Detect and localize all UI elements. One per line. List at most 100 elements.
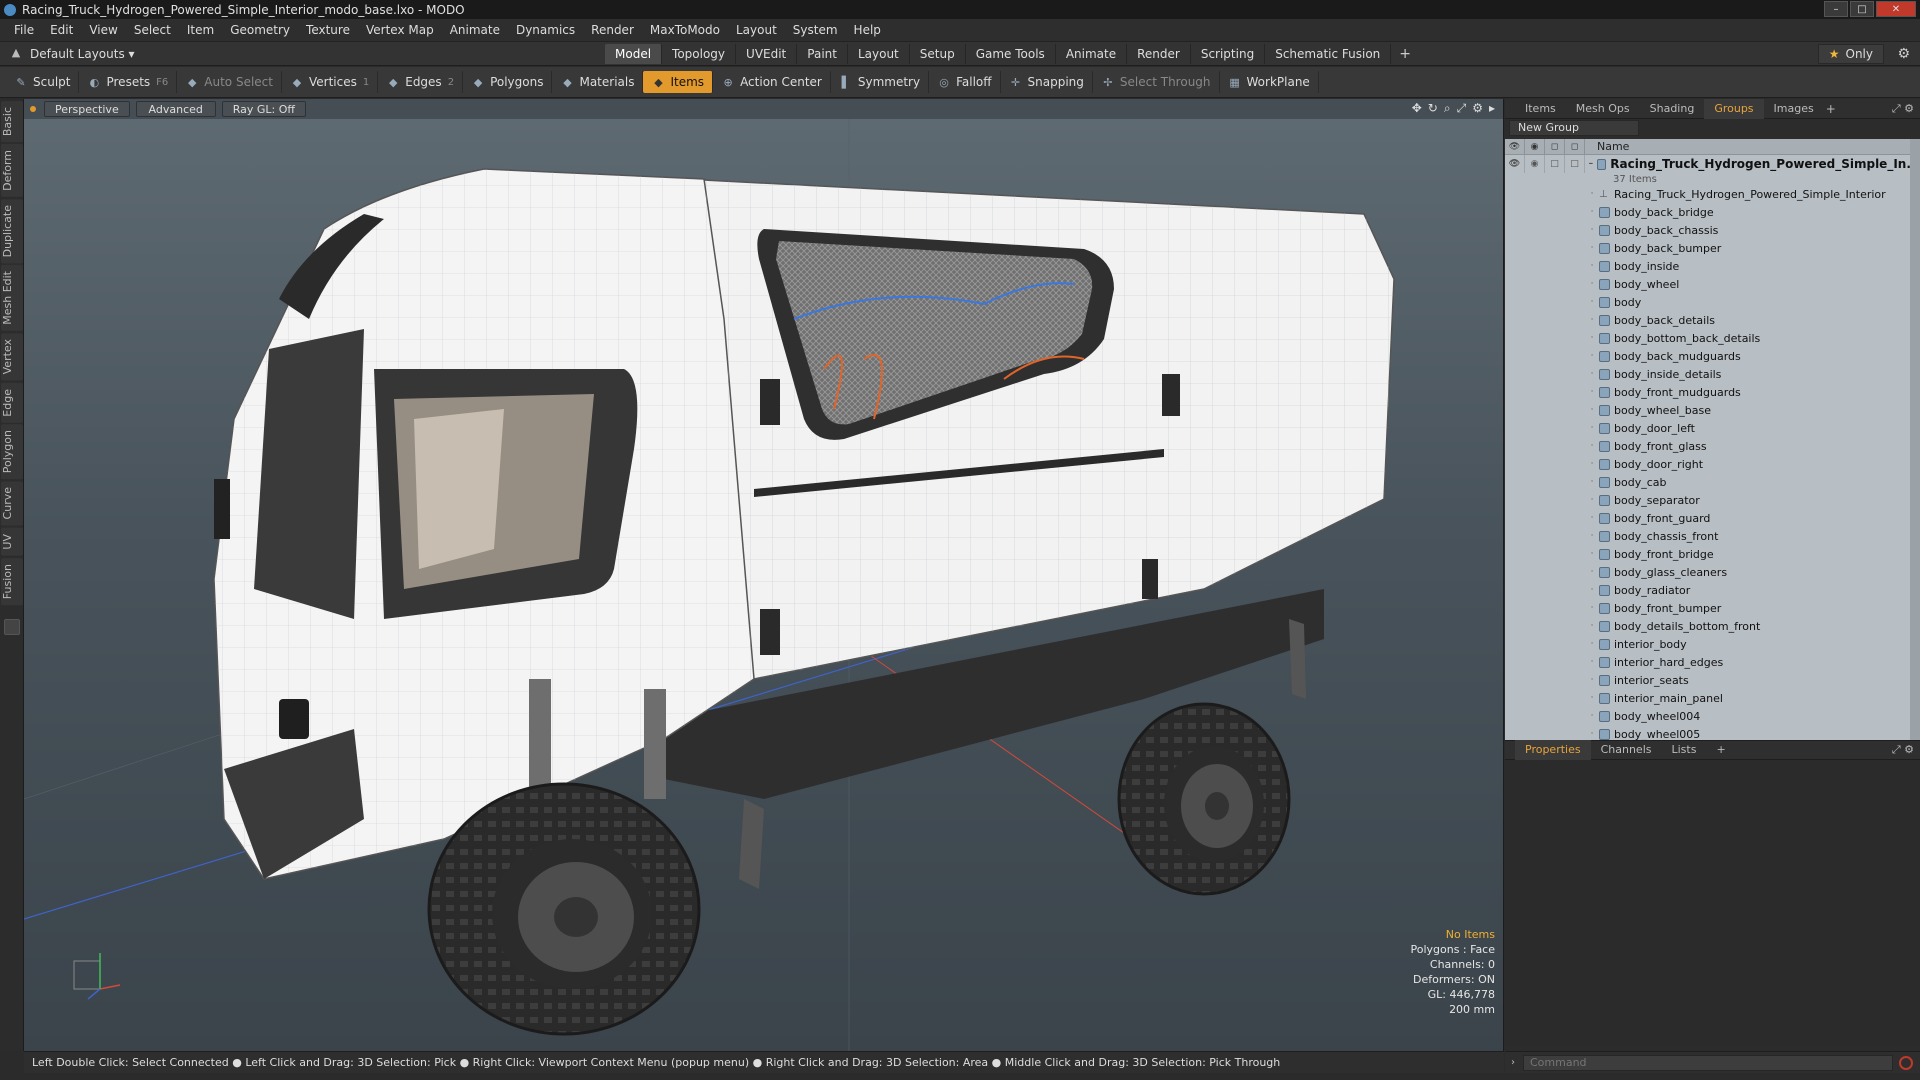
command-input[interactable] — [1523, 1054, 1893, 1071]
menu-edit[interactable]: Edit — [42, 19, 81, 42]
vtab-curve[interactable]: Curve — [1, 481, 23, 526]
add-panel-tab-icon[interactable]: + — [1826, 102, 1836, 116]
menu-file[interactable]: File — [6, 19, 42, 42]
mesh-item-row[interactable]: · interior_hard_edges — [1505, 653, 1920, 671]
mesh-item-row[interactable]: · body_inside — [1505, 257, 1920, 275]
tab-properties[interactable]: Properties — [1515, 740, 1591, 760]
mesh-item-row[interactable]: · body_front_bumper — [1505, 599, 1920, 617]
mesh-item-row[interactable]: · interior_main_panel — [1505, 689, 1920, 707]
mesh-item-row[interactable]: · body_back_mudguards — [1505, 347, 1920, 365]
vtab-mesh-edit[interactable]: Mesh Edit — [1, 265, 23, 332]
fit-view-icon[interactable]: ⤢ — [1457, 101, 1467, 116]
mesh-item-row[interactable]: · body_wheel004 — [1505, 707, 1920, 725]
mesh-item-row[interactable]: · body_front_guard — [1505, 509, 1920, 527]
select-icon[interactable]: ◻ — [1565, 138, 1585, 155]
menu-vertex-map[interactable]: Vertex Map — [358, 19, 442, 42]
tab-animate[interactable]: Animate — [1056, 44, 1128, 64]
vtab-polygon[interactable]: Polygon — [1, 424, 23, 480]
vtab-duplicate[interactable]: Duplicate — [1, 199, 23, 264]
mesh-item-row[interactable]: · body_back_chassis — [1505, 221, 1920, 239]
maximize-button[interactable]: □ — [1850, 1, 1874, 17]
mesh-item-row[interactable]: · body_door_left — [1505, 419, 1920, 437]
tab-uvedit[interactable]: UVEdit — [736, 44, 798, 64]
command-arrow-icon[interactable]: › — [1511, 1057, 1515, 1068]
tab-setup[interactable]: Setup — [910, 44, 966, 64]
mesh-item-row[interactable]: · body_back_bumper — [1505, 239, 1920, 257]
layout-selector[interactable]: Default Layouts ▾ — [30, 47, 135, 61]
mesh-item-row[interactable]: · body_wheel_base — [1505, 401, 1920, 419]
menu-item[interactable]: Item — [179, 19, 222, 42]
toolbox-toggle-button[interactable] — [4, 619, 20, 635]
panel-expand-icon[interactable]: ⤢ ⚙ — [1892, 102, 1914, 116]
menu-select[interactable]: Select — [126, 19, 179, 42]
tab-scripting[interactable]: Scripting — [1191, 44, 1266, 64]
rotate-view-icon[interactable]: ↻ — [1428, 101, 1438, 116]
mesh-item-row[interactable]: · body_radiator — [1505, 581, 1920, 599]
vtab-fusion[interactable]: Fusion — [1, 557, 23, 605]
tab-images[interactable]: Images — [1764, 99, 1824, 119]
raygl-button[interactable]: Ray GL: Off — [221, 101, 306, 117]
mesh-item-row[interactable]: · body — [1505, 293, 1920, 311]
vtab-deform[interactable]: Deform — [1, 144, 23, 198]
symmetry-button[interactable]: ▌ Symmetry — [831, 71, 930, 93]
add-tab-button[interactable]: + — [1391, 46, 1419, 62]
tab-groups[interactable]: Groups — [1704, 98, 1764, 119]
menu-view[interactable]: View — [81, 19, 125, 42]
menu-maxtomodo[interactable]: MaxToModo — [642, 19, 728, 42]
edges-button[interactable]: ◆ Edges 2 — [378, 71, 464, 93]
vtab-edge[interactable]: Edge — [1, 382, 23, 423]
tab-layout[interactable]: Layout — [848, 44, 910, 64]
menu-texture[interactable]: Texture — [298, 19, 358, 42]
mesh-item-row[interactable]: · body_details_bottom_front — [1505, 617, 1920, 635]
tab-mesh-ops[interactable]: Mesh Ops — [1566, 99, 1640, 119]
action-center-button[interactable]: ⊕ Action Center — [713, 71, 831, 93]
falloff-button[interactable]: ◎ Falloff — [929, 71, 1001, 93]
only-button[interactable]: ★ Only — [1817, 44, 1884, 64]
mesh-item-row[interactable]: · body_inside_details — [1505, 365, 1920, 383]
viewport-gear-icon[interactable]: ⚙ — [1472, 101, 1483, 116]
zoom-view-icon[interactable]: ⌕ — [1444, 101, 1451, 116]
mesh-item-row[interactable]: · body_door_right — [1505, 455, 1920, 473]
tab-shading[interactable]: Shading — [1640, 99, 1705, 119]
layout-up-arrow-icon[interactable]: ▲ — [8, 46, 24, 62]
mesh-item-row[interactable]: · body_separator — [1505, 491, 1920, 509]
mesh-item-row[interactable]: · body_front_mudguards — [1505, 383, 1920, 401]
render-icon[interactable]: ◉ — [1525, 138, 1545, 155]
workplane-button[interactable]: ▦ WorkPlane — [1220, 71, 1319, 93]
close-button[interactable]: ✕ — [1876, 1, 1916, 17]
items-button[interactable]: ◆ Items — [643, 71, 714, 93]
menu-geometry[interactable]: Geometry — [222, 19, 298, 42]
visibility-eye-icon[interactable]: 👁 — [1505, 138, 1525, 155]
minimize-button[interactable]: – — [1824, 1, 1848, 17]
mesh-item-row[interactable]: · body_glass_cleaners — [1505, 563, 1920, 581]
sculpt-button[interactable]: ✎ Sculpt — [6, 71, 80, 93]
mesh-item-row[interactable]: · body_back_details — [1505, 311, 1920, 329]
add-properties-tab-icon[interactable]: + — [1706, 740, 1735, 760]
mesh-item-row[interactable]: · body_front_glass — [1505, 437, 1920, 455]
menu-dynamics[interactable]: Dynamics — [508, 19, 583, 42]
mesh-item-row[interactable]: · body_front_bridge — [1505, 545, 1920, 563]
auto-select-button[interactable]: ◆ Auto Select — [177, 71, 282, 93]
stop-icon[interactable] — [1899, 1055, 1913, 1070]
gear-icon[interactable]: ⚙ — [1897, 46, 1910, 62]
tab-model[interactable]: Model — [605, 44, 663, 64]
presets-button[interactable]: ◐ Presets F6 — [79, 71, 178, 93]
tab-topology[interactable]: Topology — [662, 44, 737, 64]
select-through-button[interactable]: ✢ Select Through — [1093, 71, 1220, 93]
menu-system[interactable]: System — [785, 19, 846, 42]
new-group-button[interactable]: New Group — [1509, 120, 1639, 136]
tab-game-tools[interactable]: Game Tools — [966, 44, 1056, 64]
materials-button[interactable]: ◆ Materials — [552, 71, 644, 93]
viewport-menu-arrow-icon[interactable]: ▸ — [1489, 101, 1495, 116]
tab-paint[interactable]: Paint — [797, 44, 848, 64]
menu-help[interactable]: Help — [846, 19, 889, 42]
menu-animate[interactable]: Animate — [442, 19, 508, 42]
mesh-item-row[interactable]: · body_back_bridge — [1505, 203, 1920, 221]
view-mode-button[interactable]: Perspective — [44, 101, 130, 117]
lock-icon[interactable]: ◻ — [1545, 138, 1565, 155]
vtab-basic[interactable]: Basic — [1, 101, 23, 143]
vertices-button[interactable]: ◆ Vertices 1 — [282, 71, 379, 93]
properties-expand-icon[interactable]: ⤢ ⚙ — [1892, 743, 1914, 757]
vtab-vertex[interactable]: Vertex — [1, 333, 23, 381]
move-view-icon[interactable]: ✥ — [1412, 101, 1422, 116]
